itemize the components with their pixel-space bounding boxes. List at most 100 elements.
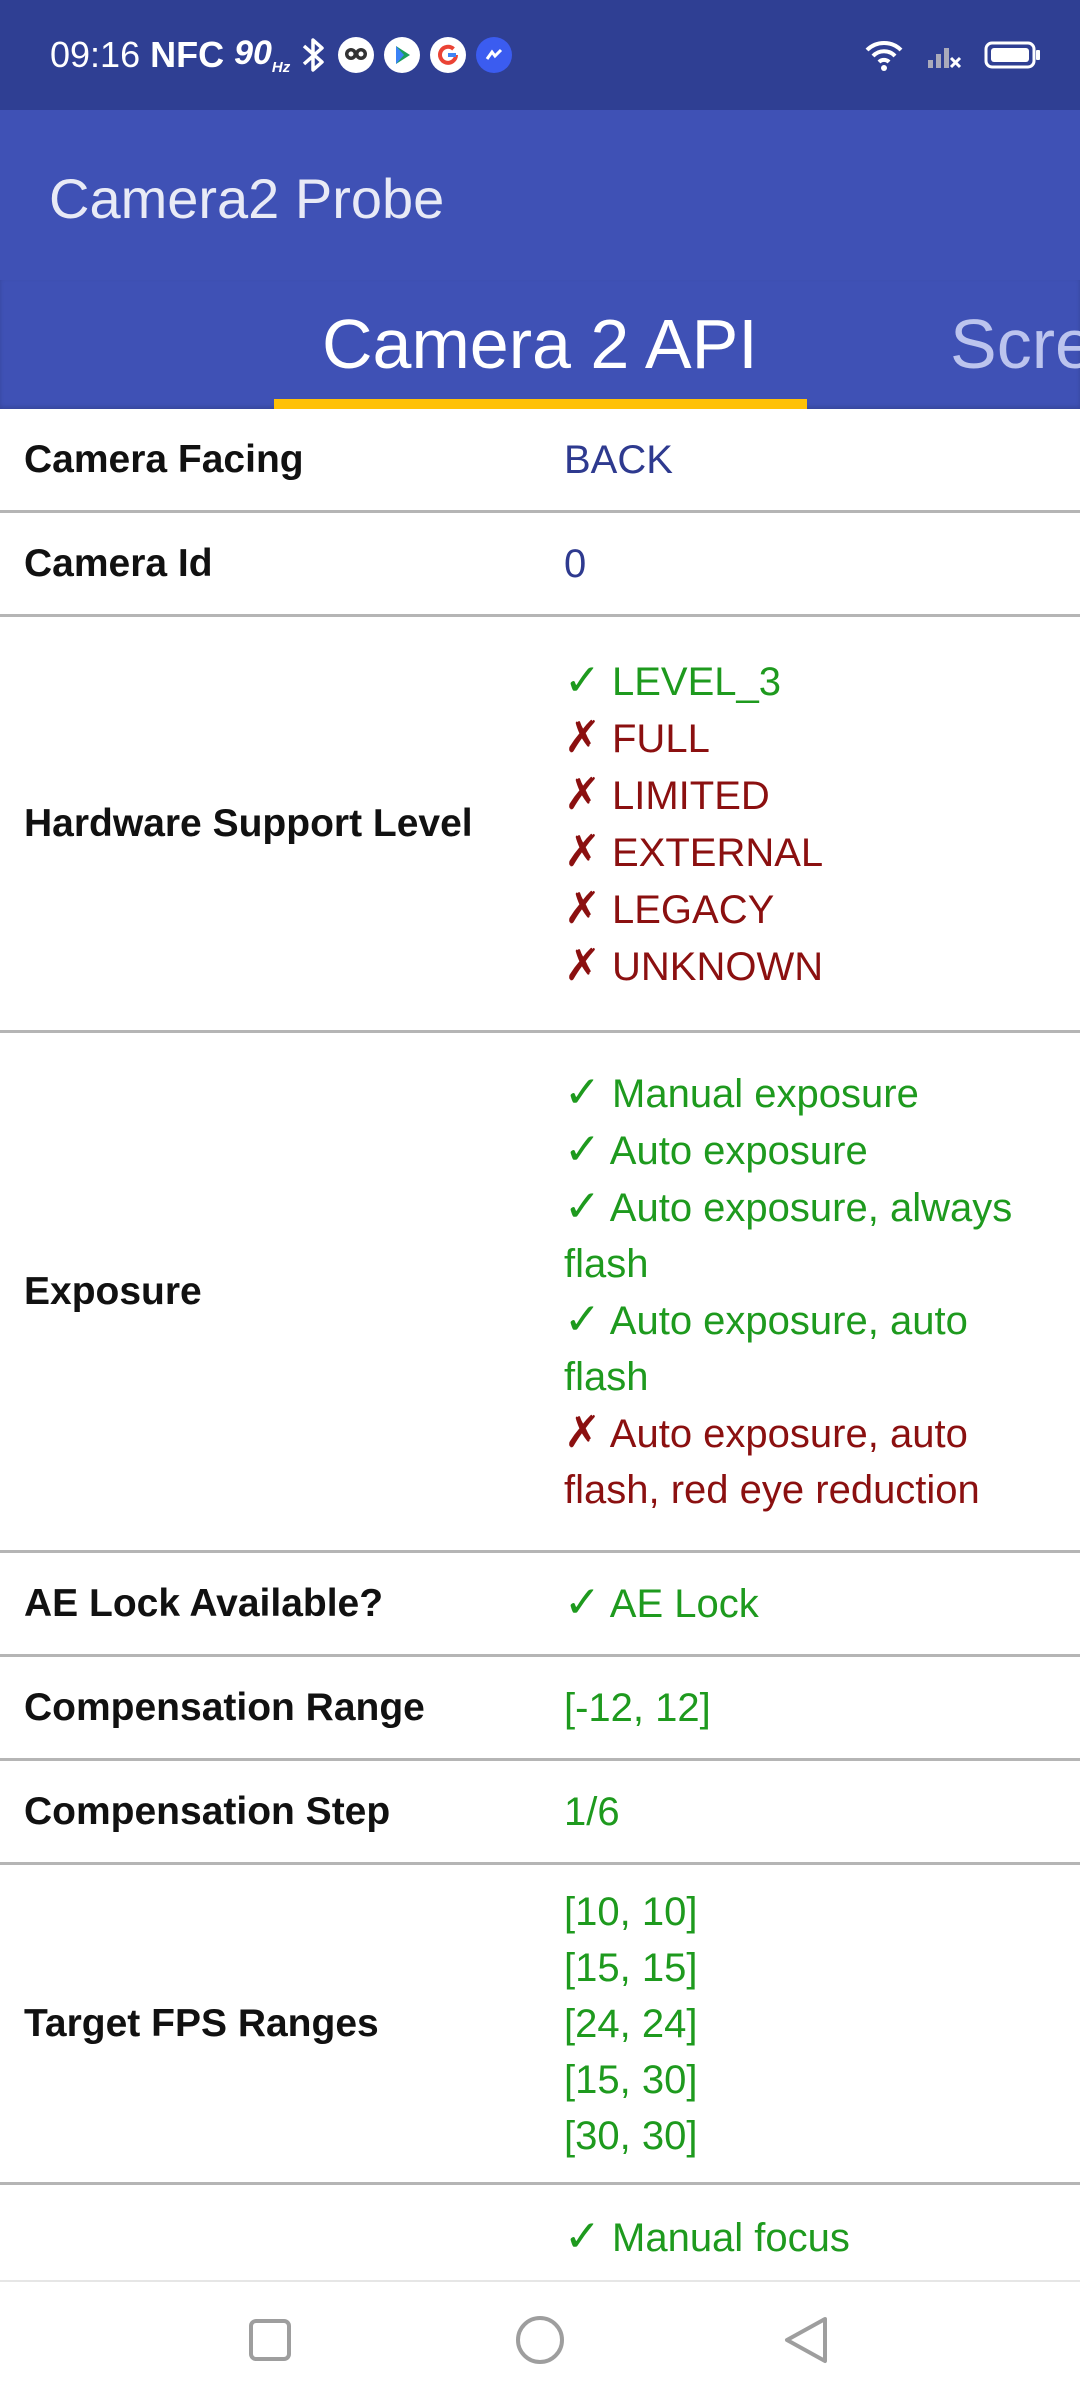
property-label: Camera Id	[24, 541, 213, 585]
property-value: [24, 24]	[564, 1996, 1040, 2052]
property-value-text: Auto exposure	[609, 1129, 868, 1173]
check-icon: ✓	[564, 1125, 601, 1174]
property-label: Hardware Support Level	[24, 801, 473, 845]
property-value: [30, 30]	[564, 2108, 1040, 2164]
recents-icon[interactable]	[240, 2310, 300, 2370]
refresh-rate-indicator: 90Hz	[234, 34, 291, 76]
owl-app-icon	[338, 37, 375, 73]
tab-camera2-api[interactable]: Camera 2 API	[322, 304, 758, 384]
cross-icon: ✗	[564, 712, 601, 762]
property-values: ✓ AE Lock	[564, 1575, 1080, 1632]
property-value: ✓ AE Lock	[564, 1575, 1040, 1632]
status-bar: 09:16 NFC 90Hz	[0, 0, 1080, 110]
property-value-text: [15, 15]	[564, 1945, 698, 1990]
property-value-text: Auto exposure, auto flash, red eye reduc…	[564, 1412, 980, 1512]
property-value-text: FULL	[612, 716, 710, 761]
property-value: ✓ Auto exposure, always flash	[564, 1179, 1040, 1292]
property-value-text: UNKNOWN	[612, 944, 824, 989]
property-value-text: BACK	[564, 437, 673, 482]
property-value: [-12, 12]	[564, 1680, 1040, 1736]
property-value-text: [30, 30]	[564, 2113, 698, 2158]
signal-icon	[926, 40, 962, 70]
cross-icon: ✗	[564, 1408, 601, 1457]
cross-icon: ✗	[564, 883, 601, 933]
property-value-text: Auto exposure, always flash	[564, 1186, 1013, 1286]
property-value: [15, 15]	[564, 1940, 1040, 1996]
tab-bar: Camera 2 API Scre	[0, 280, 1080, 409]
check-icon: ✓	[564, 1295, 601, 1344]
app-title: Camera2 Probe	[49, 167, 445, 230]
property-row: AE Lock Available? ✓ AE Lock	[0, 1553, 1080, 1657]
property-row: Compensation Step 1/6	[0, 1761, 1080, 1865]
property-label: AE Lock Available?	[24, 1581, 384, 1625]
property-value-text: 0	[564, 541, 587, 586]
play-store-icon	[384, 37, 421, 73]
property-values: [10, 10] [15, 15] [24, 24] [15, 30] [30, 30]	[564, 1884, 1080, 2164]
check-icon: ✓	[564, 2212, 601, 2261]
property-value-text: [15, 30]	[564, 2057, 698, 2102]
property-values: 1/6	[564, 1784, 1080, 1840]
property-label: Compensation Step	[24, 1789, 391, 1833]
home-icon[interactable]	[510, 2310, 570, 2370]
property-value: ✓ Manual exposure	[564, 1065, 1040, 1122]
check-icon: ✓	[564, 1578, 601, 1627]
cross-icon: ✗	[564, 940, 601, 990]
property-value: ✗ LIMITED	[564, 767, 1040, 824]
property-value-text: 1/6	[564, 1789, 620, 1834]
property-value: ✓ Manual focus	[564, 2209, 1040, 2266]
property-row: Target FPS Ranges [10, 10] [15, 15] [24, 24…	[0, 1865, 1080, 2185]
check-icon: ✓	[564, 655, 601, 705]
property-values: ✓ LEVEL_3 ✗ FULL ✗ LIMITED ✗ EXTERNAL ✗ LEGA…	[564, 653, 1080, 995]
bluetooth-icon	[300, 36, 328, 74]
property-label: Target FPS Ranges	[24, 2001, 379, 2045]
property-label: Camera Facing	[24, 437, 304, 481]
property-value-text: Manual exposure	[612, 1072, 919, 1116]
cross-icon: ✗	[564, 769, 601, 819]
property-value-text: LIMITED	[612, 773, 770, 818]
property-values: BACK	[564, 432, 1080, 488]
property-value: ✓ Auto exposure, auto flash	[564, 1292, 1040, 1405]
nfc-indicator: NFC	[150, 34, 225, 75]
property-value-text: AE Lock	[609, 1582, 759, 1626]
tab-indicator	[274, 399, 807, 409]
property-value: 1/6	[564, 1784, 1040, 1840]
property-value: [15, 30]	[564, 2052, 1040, 2108]
check-icon: ✓	[564, 1068, 601, 1117]
property-value-text: Auto exposure, auto flash	[564, 1299, 968, 1399]
check-icon: ✓	[564, 1182, 601, 1231]
property-row: ✓ Manual focus	[0, 2185, 1080, 2280]
battery-icon	[984, 39, 1042, 71]
property-value-text: Manual focus	[612, 2216, 850, 2260]
back-icon[interactable]	[776, 2310, 836, 2370]
property-values: [-12, 12]	[564, 1680, 1080, 1736]
property-value: 0	[564, 536, 1040, 592]
cross-icon: ✗	[564, 826, 601, 876]
property-value-text: [10, 10]	[564, 1889, 698, 1934]
navigation-bar	[0, 2280, 1080, 2400]
property-value: ✗ EXTERNAL	[564, 824, 1040, 881]
property-value-text: LEVEL_3	[612, 659, 782, 704]
property-value: ✓ Auto exposure	[564, 1122, 1040, 1179]
property-values: ✓ Manual exposure ✓ Auto exposure ✓ Auto e…	[564, 1065, 1080, 1518]
property-row: Camera Facing BACK	[0, 409, 1080, 513]
property-row: Compensation Range [-12, 12]	[0, 1657, 1080, 1761]
app-bar: Camera2 Probe	[0, 110, 1080, 280]
google-icon	[430, 37, 467, 73]
tab-screen[interactable]: Scre	[950, 304, 1080, 384]
property-label: Exposure	[24, 1269, 202, 1313]
property-row: Camera Id 0	[0, 513, 1080, 617]
property-value: ✗ UNKNOWN	[564, 938, 1040, 995]
property-value-text: [-12, 12]	[564, 1685, 711, 1730]
messenger-icon	[476, 37, 513, 73]
property-value: ✗ Auto exposure, auto flash, red eye red…	[564, 1405, 1040, 1518]
property-value-text: LEGACY	[612, 887, 775, 932]
properties-list[interactable]: Camera Facing BACK Camera Id 0 Hardware Supp…	[0, 409, 1080, 2280]
property-row: Hardware Support Level ✓ LEVEL_3 ✗ FULL ✗ L…	[0, 617, 1080, 1033]
property-value-text: [24, 24]	[564, 2001, 698, 2046]
property-value: ✓ LEVEL_3	[564, 653, 1040, 710]
property-value-text: EXTERNAL	[612, 830, 824, 875]
property-label: Compensation Range	[24, 1685, 425, 1729]
property-value: ✗ LEGACY	[564, 881, 1040, 938]
property-value: ✗ FULL	[564, 710, 1040, 767]
property-row: Exposure ✓ Manual exposure ✓ Auto exposure…	[0, 1033, 1080, 1553]
